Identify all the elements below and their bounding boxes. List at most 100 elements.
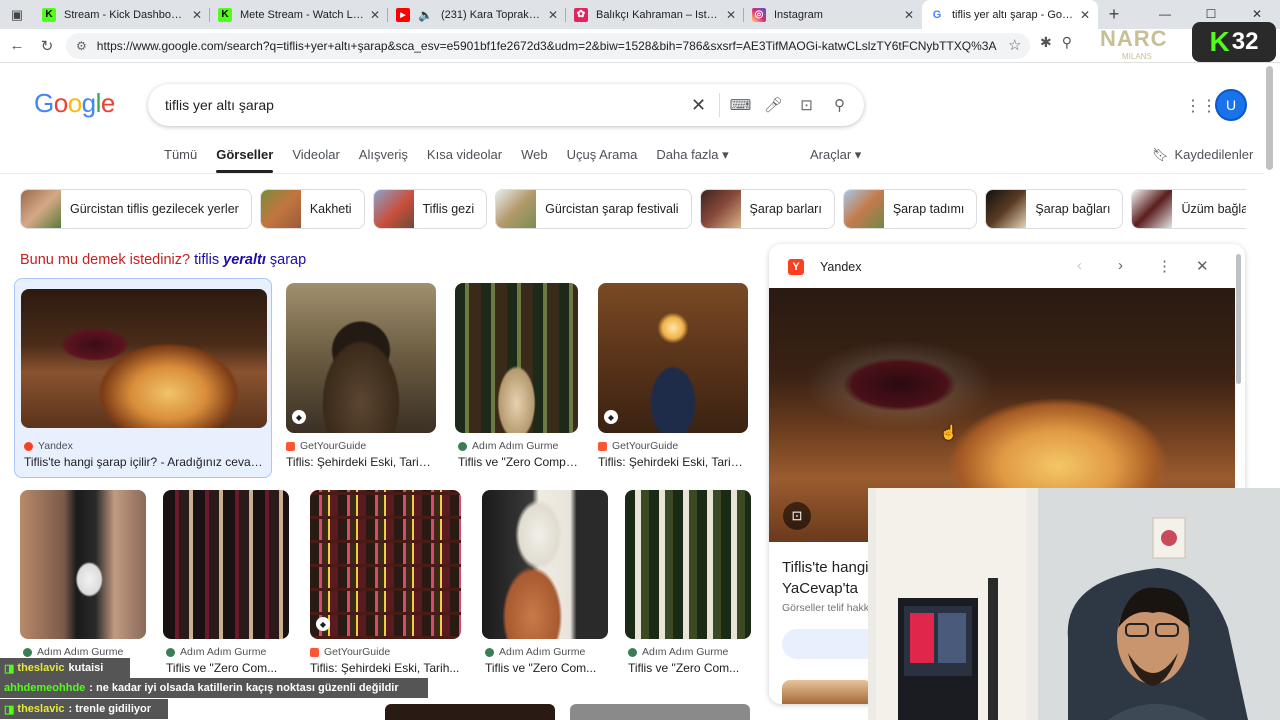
tab-all[interactable]: Tümü xyxy=(164,147,197,173)
result-title: Tiflis ve "Zero Com... xyxy=(628,661,740,675)
chip[interactable]: Şarap bağları xyxy=(985,189,1124,229)
related-image-partial[interactable] xyxy=(782,680,872,704)
url-text: https://www.google.com/search?q=tiflis+y… xyxy=(96,39,997,53)
search-tabs: Tümü Görseller Videolar Alışveriş Kısa v… xyxy=(164,147,748,173)
speaker-icon[interactable]: 🔈 xyxy=(418,8,433,22)
result-source: Adım Adım Gurme xyxy=(23,646,123,658)
image-result-selected[interactable]: Yandex Tiflis'te hangi şarap içilir? - A… xyxy=(14,278,272,478)
chat-badge-icon: ◨ xyxy=(4,703,15,716)
clear-icon[interactable]: ✕ xyxy=(682,95,715,116)
tab-shopping[interactable]: Alışveriş xyxy=(359,147,408,173)
close-tab-icon[interactable]: ✕ xyxy=(726,8,736,22)
bookmark-star-icon[interactable]: ☆ xyxy=(1008,36,1021,54)
panel-scrollbar[interactable] xyxy=(1236,254,1241,384)
browser-tab[interactable]: ✿ Balıkçı Kahraman – Istanbul ✕ xyxy=(566,0,744,29)
source-name: Yandex xyxy=(38,440,73,452)
instagram-icon: ◎ xyxy=(752,7,766,22)
chip-label: Gürcistan tiflis gezilecek yerler xyxy=(70,202,239,216)
close-icon[interactable]: ✕ xyxy=(1196,257,1209,275)
search-icon[interactable]: ⚲ xyxy=(823,96,856,114)
microphone-icon[interactable]: 🎤︎ xyxy=(757,96,790,114)
result-source: GetYourGuide xyxy=(598,440,678,452)
window-menu-icon[interactable]: ▣ xyxy=(0,0,34,29)
chip-label: Şarap tadımı xyxy=(892,202,965,216)
stream-overlay-logo: NARC MILANS K 32 xyxy=(1100,22,1280,64)
chip[interactable]: Üzüm bağları xyxy=(1131,189,1246,229)
image-result[interactable]: Adım Adım Gurme Tiflis ve "Zero Com... xyxy=(163,490,289,680)
close-tab-icon[interactable]: ✕ xyxy=(1080,8,1090,22)
profile-icon[interactable]: ⚲ xyxy=(1062,34,1072,51)
chat-text: : ne kadar iyi olsada katillerin kaçış n… xyxy=(89,682,399,694)
source-name: Adım Adım Gurme xyxy=(642,646,729,658)
chat-username: theslavic xyxy=(17,703,65,715)
did-you-mean-link[interactable]: tiflis yeraltı şarap xyxy=(194,252,306,268)
search-input[interactable]: tiflis yer altı şarap xyxy=(165,97,682,113)
tab-more[interactable]: Daha fazla ▾ xyxy=(656,147,728,173)
image-result[interactable]: Adım Adım Gurme xyxy=(20,490,146,680)
chat-badge-icon: ◨ xyxy=(4,662,15,675)
result-image-partial[interactable] xyxy=(570,704,750,720)
result-image xyxy=(482,490,608,639)
chip[interactable]: Tiflis gezi xyxy=(372,189,488,229)
browser-tab-active[interactable]: G tiflis yer altı şarap - Google'da ara … xyxy=(922,0,1098,29)
browser-tab[interactable]: K Mete Stream - Watch Live on Kick ✕ xyxy=(210,0,388,29)
next-icon[interactable]: › xyxy=(1118,257,1123,274)
source-name: Adım Adım Gurme xyxy=(472,440,559,452)
result-image xyxy=(455,283,578,433)
site-info-icon[interactable]: ⚙ xyxy=(76,39,87,53)
saved-button[interactable]: 🔖︎ Kaydedilenler xyxy=(1152,147,1253,163)
source-name: Adım Adım Gurme xyxy=(499,646,586,658)
header-divider xyxy=(0,173,1264,174)
close-tab-icon[interactable]: ✕ xyxy=(548,8,558,22)
account-avatar[interactable]: U xyxy=(1215,89,1247,121)
chip[interactable]: Gürcistan şarap festivali xyxy=(495,189,692,229)
image-result[interactable]: ◆ GetYourGuide Tiflis: Şehirdeki Eski, T… xyxy=(598,283,750,473)
lens-search-icon[interactable]: ⊡ xyxy=(783,502,811,530)
camera-lens-icon[interactable]: ⊡ xyxy=(790,96,823,114)
chip[interactable]: Gürcistan tiflis gezilecek yerler xyxy=(20,189,252,229)
close-tab-icon[interactable]: ✕ xyxy=(370,8,380,22)
result-source: GetYourGuide xyxy=(286,440,366,452)
keyboard-icon[interactable]: ⌨ xyxy=(724,96,757,114)
reload-icon[interactable]: ↻ xyxy=(32,37,62,55)
prev-icon[interactable]: ‹ xyxy=(1077,257,1082,274)
chip[interactable]: Şarap barları xyxy=(699,189,835,229)
tab-images[interactable]: Görseller xyxy=(216,147,274,173)
tab-flights[interactable]: Uçuş Arama xyxy=(567,147,638,173)
tools-button[interactable]: Araçlar ▾ xyxy=(810,147,861,163)
bookmark-icon: 🔖︎ xyxy=(1152,147,1169,162)
google-logo[interactable]: Google xyxy=(34,88,115,119)
page-scrollbar[interactable] xyxy=(1266,66,1273,170)
result-image xyxy=(20,490,146,639)
tab-short-videos[interactable]: Kısa videolar xyxy=(427,147,502,173)
chat-message: ◨ theslavic kutaisi xyxy=(0,658,130,678)
image-result[interactable]: Adım Adım Gurme Tiflis ve "Zero Compromi… xyxy=(455,283,579,473)
chat-username: ahhdemeohhde xyxy=(4,682,86,694)
image-result[interactable]: ◆ GetYourGuide Tiflis: Şehirdeki Eski, T… xyxy=(286,283,438,473)
chat-text-content: ne kadar iyi olsada katillerin kaçış nok… xyxy=(96,682,399,694)
preview-title[interactable]: Tiflis'te hangi YaCevap'ta xyxy=(782,557,869,599)
tab-web[interactable]: Web xyxy=(521,147,548,173)
result-title: Tiflis'te hangi şarap içilir? - Aradığın… xyxy=(24,455,264,469)
browser-tab[interactable]: K Stream - Kick Dashboard ✕ xyxy=(34,0,210,29)
browser-tab[interactable]: ◎ Instagram ✕ xyxy=(744,0,922,29)
omnibox[interactable]: ⚙ https://www.google.com/search?q=tiflis… xyxy=(66,33,1030,59)
did-you-mean-prefix: Bunu mu demek istediniz? xyxy=(20,252,191,268)
webcam-feed xyxy=(868,488,1280,720)
kick-icon: K xyxy=(42,7,56,22)
image-result[interactable]: ◆ GetYourGuide Tiflis: Şehirdeki Eski, T… xyxy=(310,490,462,680)
chip[interactable]: Kakheti xyxy=(259,189,365,229)
back-icon[interactable]: ← xyxy=(2,37,32,54)
image-result[interactable]: Adım Adım Gurme Tiflis ve "Zero Com... xyxy=(625,490,751,680)
search-box[interactable]: tiflis yer altı şarap ✕ ⌨ 🎤︎ ⊡ ⚲ xyxy=(148,84,864,126)
browser-tab[interactable]: ▶ 🔈 (231) Kara Toprak - Psychedelic ✕ xyxy=(388,0,566,29)
tab-videos[interactable]: Videolar xyxy=(292,147,339,173)
preview-source[interactable]: Yandex xyxy=(820,260,861,274)
close-tab-icon[interactable]: ✕ xyxy=(904,8,914,22)
browser-tab-bar: ▣ K Stream - Kick Dashboard ✕ K Mete Str… xyxy=(0,0,1280,29)
extensions-icon[interactable]: ✱ xyxy=(1040,34,1052,51)
image-result[interactable]: Adım Adım Gurme Tiflis ve "Zero Com... xyxy=(482,490,608,680)
more-options-icon[interactable]: ⋮ xyxy=(1157,257,1172,275)
chip[interactable]: Şarap tadımı xyxy=(842,189,978,229)
close-tab-icon[interactable]: ✕ xyxy=(192,8,202,22)
